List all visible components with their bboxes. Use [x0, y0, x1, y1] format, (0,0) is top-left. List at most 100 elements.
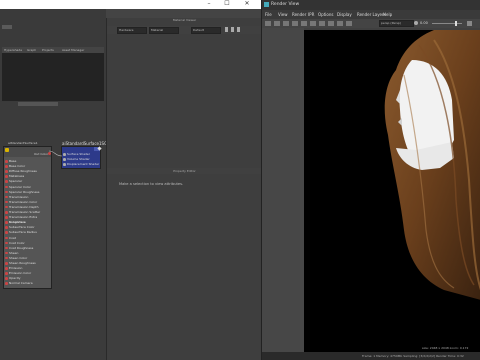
- input-port[interactable]: [5, 282, 8, 285]
- renderer-select[interactable]: Hardware: [117, 27, 147, 34]
- menu-ipr[interactable]: IPR: [308, 12, 314, 17]
- input-port[interactable]: [5, 236, 8, 240]
- input-port[interactable]: [5, 170, 8, 173]
- render-frame-icon[interactable]: [265, 21, 271, 26]
- settings-icon[interactable]: [237, 27, 240, 32]
- node-attribute-row[interactable]: Specular Roughness: [4, 190, 51, 195]
- standard-surface-node[interactable]: aiStandardSurface1 Out Color Base Base Co…: [3, 141, 52, 289]
- input-port[interactable]: [5, 272, 8, 275]
- node-attribute-row[interactable]: Base Color: [4, 164, 51, 169]
- menu-render[interactable]: Render: [292, 12, 306, 17]
- input-port[interactable]: [5, 195, 8, 199]
- node-attribute-row[interactable]: Emission: [4, 266, 51, 271]
- input-port[interactable]: [5, 185, 8, 189]
- sg-attribute-row[interactable]: Displacement Shader: [62, 162, 100, 167]
- ipr-icon[interactable]: [292, 21, 298, 26]
- node-attribute-row[interactable]: Sheen Color: [4, 256, 51, 261]
- input-port[interactable]: [5, 262, 8, 265]
- input-port[interactable]: [5, 277, 8, 280]
- input-port[interactable]: [5, 205, 8, 209]
- node-attribute-row[interactable]: Sheen Roughness: [4, 261, 51, 266]
- node-attribute-row[interactable]: Transmission Scatter: [4, 210, 51, 215]
- render-stats: Frame: 1 Memory: 4759Mb Sampling: [3/2/2…: [362, 354, 464, 358]
- render-region-icon[interactable]: [274, 21, 280, 26]
- input-port[interactable]: [5, 231, 8, 234]
- input-port[interactable]: [5, 190, 8, 194]
- node-attribute-row[interactable]: Coat Color: [4, 241, 51, 246]
- input-port[interactable]: [5, 251, 8, 255]
- input-port[interactable]: [5, 246, 8, 250]
- snapshot-icon[interactable]: [283, 21, 289, 26]
- keep-image-icon[interactable]: [337, 21, 343, 26]
- input-port[interactable]: [5, 221, 8, 224]
- node-attribute-row[interactable]: Sheen: [4, 251, 51, 256]
- one-to-one-icon[interactable]: [328, 21, 334, 26]
- node-attribute-row[interactable]: Opacity: [4, 276, 51, 281]
- node-attribute-row[interactable]: Transmission Extra Roughness: [4, 215, 51, 224]
- input-port[interactable]: [5, 180, 8, 183]
- node-attribute-row[interactable]: Metalness: [4, 174, 51, 179]
- browser-tab-active[interactable]: [2, 25, 12, 29]
- minimize-button[interactable]: –: [206, 1, 212, 7]
- refresh-icon[interactable]: [231, 27, 234, 32]
- input-port[interactable]: [5, 165, 8, 168]
- maximize-button[interactable]: ☐: [224, 1, 230, 7]
- input-port[interactable]: [5, 226, 8, 229]
- node-attribute-row[interactable]: Transmission: [4, 195, 51, 200]
- node-attribute-row[interactable]: Transmission Depth: [4, 205, 51, 210]
- close-button[interactable]: ✕: [244, 1, 250, 7]
- input-port[interactable]: [5, 241, 8, 245]
- input-port[interactable]: [5, 175, 8, 178]
- node-attribute-row[interactable]: Subsurface Radius: [4, 230, 51, 235]
- input-port[interactable]: [5, 200, 8, 204]
- node-attribute-row[interactable]: Specular: [4, 179, 51, 184]
- node-attribute-row[interactable]: Subsurface Color: [4, 225, 51, 230]
- node-header[interactable]: aiStandardSurface1 Out Color: [4, 141, 51, 157]
- tab-graph[interactable]: Graph: [27, 48, 36, 52]
- input-port[interactable]: [63, 163, 66, 166]
- node-attribute-row[interactable]: Coat: [4, 236, 51, 241]
- input-port[interactable]: [5, 267, 8, 270]
- menu-options[interactable]: Options: [318, 12, 333, 17]
- exposure-slider-handle[interactable]: [455, 21, 457, 26]
- input-port[interactable]: [63, 158, 66, 161]
- gamma-icon[interactable]: [467, 21, 472, 26]
- input-port[interactable]: [5, 256, 8, 260]
- shape-select[interactable]: Material: [149, 27, 179, 34]
- rgb-icon[interactable]: [310, 21, 316, 26]
- alpha-icon[interactable]: [319, 21, 325, 26]
- tab-hypershade[interactable]: Hypershade: [4, 48, 22, 52]
- material-swatch-area[interactable]: [2, 53, 104, 101]
- render-image[interactable]: [304, 30, 480, 354]
- pause-icon[interactable]: [225, 27, 228, 32]
- menu-display[interactable]: Display: [337, 12, 352, 17]
- input-port[interactable]: [5, 216, 8, 219]
- menu-file[interactable]: File: [265, 12, 272, 17]
- exposure-slider-track[interactable]: [432, 23, 462, 24]
- node-attribute-row[interactable]: Specular Color: [4, 185, 51, 190]
- menu-help[interactable]: Help: [383, 12, 392, 17]
- node-attribute-row[interactable]: Subsurface: [4, 220, 51, 225]
- menu-render-layers[interactable]: Render Layers: [357, 12, 386, 17]
- node-attribute-row[interactable]: Transmission Color: [4, 200, 51, 205]
- input-port[interactable]: [5, 211, 8, 214]
- remove-image-icon[interactable]: [346, 21, 352, 26]
- tab-projects[interactable]: Projects: [42, 48, 54, 52]
- node-attribute-row[interactable]: Base: [4, 159, 51, 164]
- node-attribute-row[interactable]: Normal Camera: [4, 281, 51, 286]
- shading-group-node[interactable]: aiStandardSurface1SG Surface Shader Volum…: [61, 141, 107, 169]
- node-attribute-row[interactable]: Diffuse Roughness: [4, 169, 51, 174]
- sg-attribute-row[interactable]: Volume Shader: [62, 157, 100, 162]
- camera-select[interactable]: persp (Persp): [379, 20, 414, 27]
- node-attribute-row[interactable]: Coat Roughness: [4, 246, 51, 251]
- input-port[interactable]: [5, 160, 8, 163]
- sg-attribute-row[interactable]: Surface Shader: [62, 152, 100, 157]
- exposure-value[interactable]: 0.00: [420, 21, 428, 25]
- menu-view[interactable]: View: [278, 12, 288, 17]
- node-attribute-row[interactable]: Emission Color: [4, 271, 51, 276]
- tab-asset-manager[interactable]: Asset Manager: [62, 48, 84, 52]
- input-port[interactable]: [63, 153, 66, 156]
- environment-select[interactable]: Default: [191, 27, 221, 34]
- node-editor-tabs[interactable]: [18, 102, 58, 106]
- refresh-ipr-icon[interactable]: [301, 21, 307, 26]
